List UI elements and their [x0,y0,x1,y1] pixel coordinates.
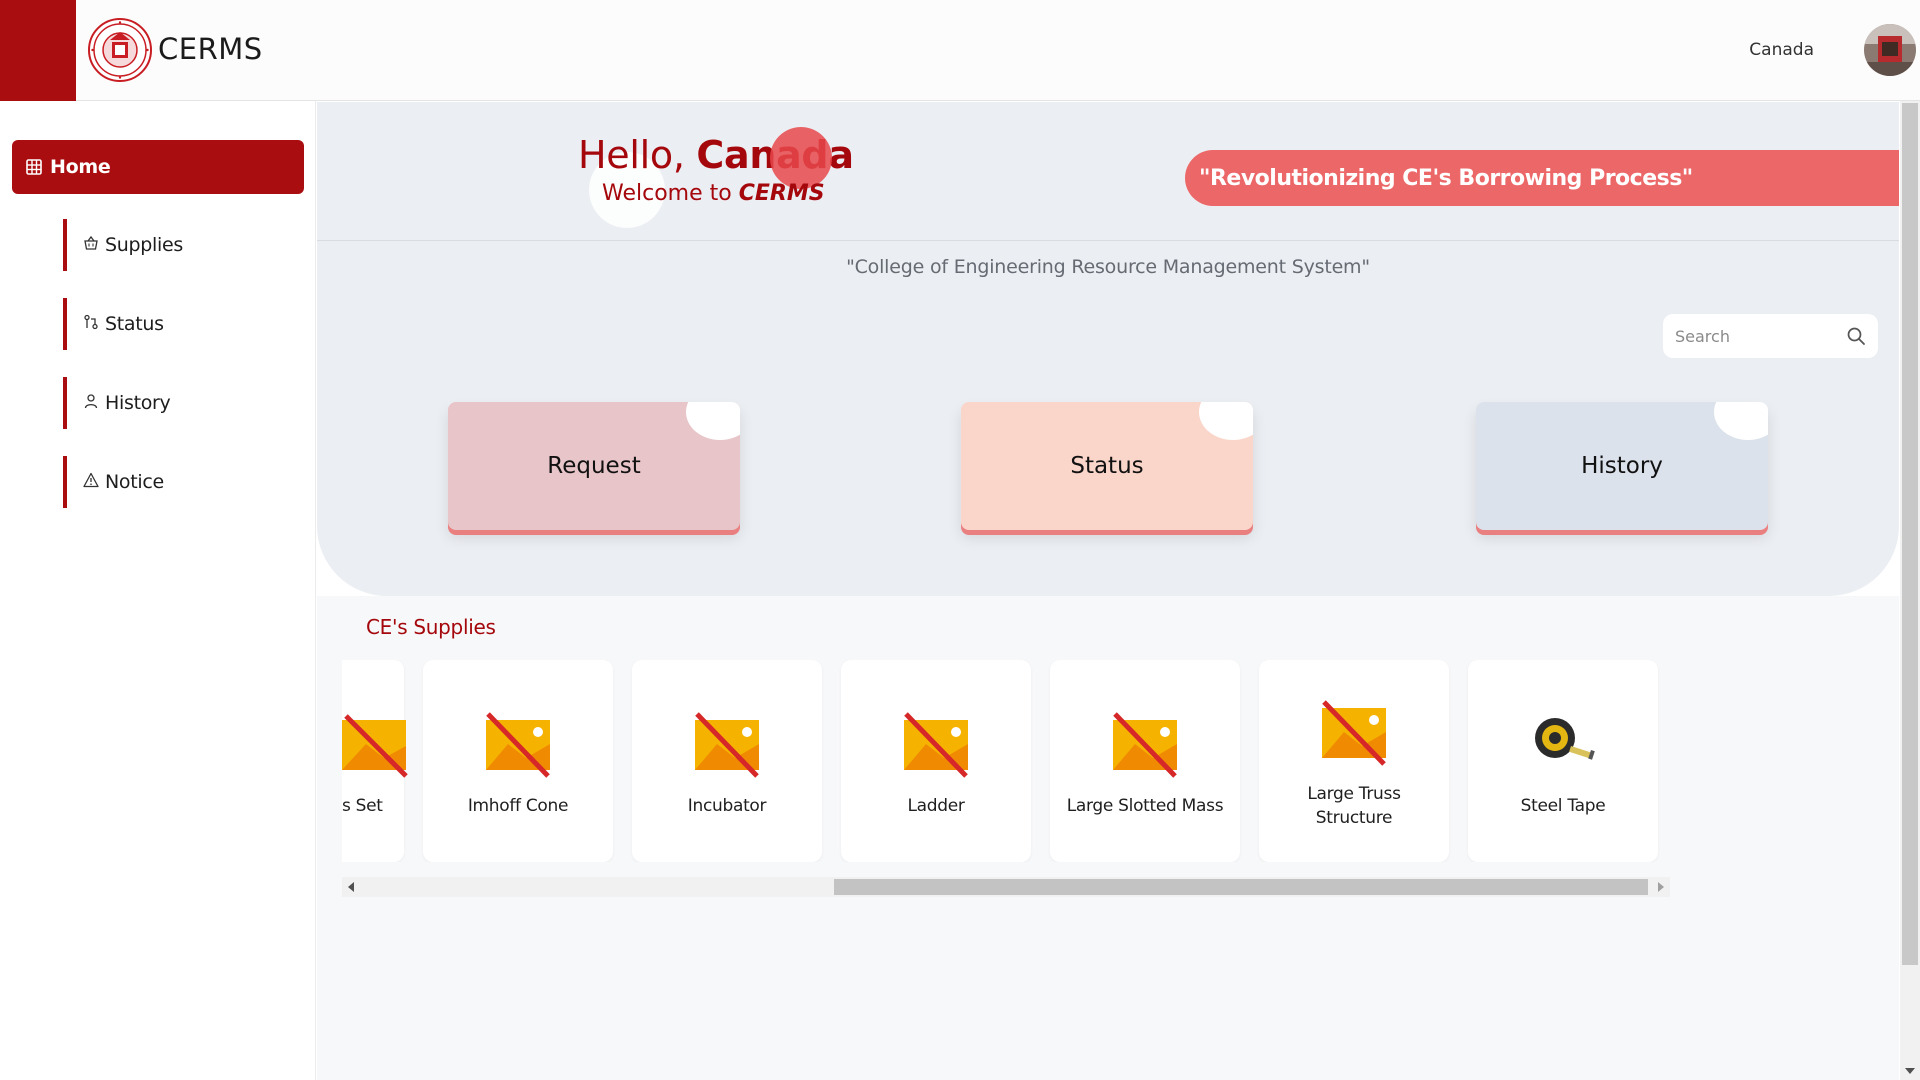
history-card-button[interactable]: History [1476,402,1768,530]
warning-triangle-icon [83,472,99,488]
sidebar-item-home[interactable]: Home [12,140,304,194]
sidebar-item-label: Home [50,156,111,178]
sidebar-item-label: History [105,392,171,414]
broken-image-icon [695,712,759,778]
scroll-down-arrow[interactable] [1905,1068,1915,1074]
scroll-left-arrow[interactable] [348,882,354,892]
git-compare-icon [84,314,98,330]
supply-card[interactable]: Large Truss Structure [1259,660,1449,862]
card-label: History [1581,453,1663,479]
supply-card[interactable]: Large Slotted Mass [1050,660,1240,862]
brand-color-block [0,0,76,101]
welcome-text: Welcome to CERMS [602,181,825,206]
hero-divider [317,240,1899,241]
sidebar-item-history[interactable]: History [63,377,283,429]
supplies-carousel[interactable]: s Set Imhoff Cone Incubator Ladder Large… [342,660,1670,862]
welcome-app-name: CERMS [738,181,825,206]
supply-label: s Set [342,796,383,816]
sidebar-item-label: Notice [105,471,164,493]
supply-label: Large Truss Structure [1307,784,1401,828]
app-title: CERMS [158,32,263,66]
sidebar-item-label: Supplies [105,234,183,256]
supply-card[interactable]: Incubator [632,660,822,862]
university-seal-logo[interactable] [88,18,152,82]
supplies-heading: CE's Supplies [366,615,496,639]
supply-label: Imhoff Cone [467,796,569,816]
avatar-image [1864,24,1916,76]
search-box[interactable] [1663,314,1878,358]
tape-measure-icon [1535,718,1595,760]
supply-label: Ladder [907,796,965,816]
supply-card[interactable]: s Set [342,660,408,862]
user-icon [84,394,98,409]
request-card-button[interactable]: Request [448,402,740,530]
system-tagline: "College of Engineering Resource Managem… [846,256,1370,278]
broken-image-icon [342,714,408,778]
broken-image-icon [486,712,550,778]
status-card-button[interactable]: Status [961,402,1253,530]
sidebar-item-status[interactable]: Status [63,298,283,350]
grid-icon [26,159,42,175]
supply-label: Steel Tape [1520,796,1606,816]
search-input[interactable] [1675,326,1835,346]
horizontal-scroll-thumb[interactable] [834,879,1648,895]
supply-label: Incubator [687,796,767,816]
user-avatar[interactable] [1864,24,1916,76]
supply-card[interactable]: Imhoff Cone [423,660,613,862]
top-header: CERMS Canada [0,0,1920,101]
supply-card[interactable]: Steel Tape [1468,660,1658,862]
broken-image-icon [904,712,968,778]
decorative-circle-red [770,127,832,189]
vertical-scrollbar[interactable] [1900,101,1920,1080]
sidebar-item-notice[interactable]: Notice [63,456,283,508]
horizontal-scrollbar[interactable] [342,877,1670,897]
greeting-prefix: Hello, [578,133,697,177]
scroll-right-arrow[interactable] [1658,882,1664,892]
user-name[interactable]: Canada [1749,40,1814,60]
sidebar-item-supplies[interactable]: Supplies [63,219,283,271]
slogan-text: "Revolutionizing CE's Borrowing Process" [1199,165,1693,191]
welcome-prefix: Welcome to [602,181,739,206]
vertical-scroll-thumb[interactable] [1902,103,1918,965]
sidebar-item-label: Status [105,313,164,335]
basket-icon [84,235,98,250]
card-label: Status [1070,453,1144,479]
card-label: Request [547,453,641,479]
slogan-banner: "Revolutionizing CE's Borrowing Process" [1185,150,1899,206]
supply-card[interactable]: Ladder [841,660,1031,862]
broken-image-icon [1113,712,1177,778]
search-icon[interactable] [1846,326,1866,346]
supply-label: Large Slotted Mass [1066,796,1224,816]
broken-image-icon [1322,700,1386,766]
